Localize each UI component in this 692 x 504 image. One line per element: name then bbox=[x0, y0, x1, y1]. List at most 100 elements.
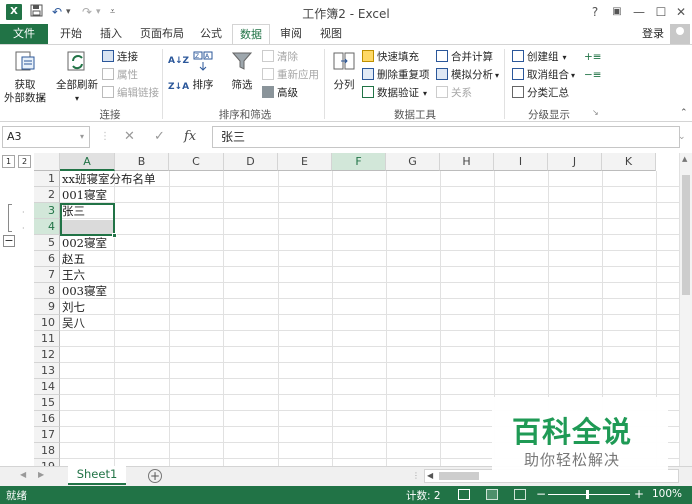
show-detail-icon[interactable]: +≡ bbox=[584, 49, 602, 65]
zoom-level[interactable]: 100% bbox=[652, 488, 682, 500]
tab-view[interactable]: 视图 bbox=[314, 24, 348, 44]
table-row[interactable] bbox=[60, 315, 692, 331]
zoom-out-button[interactable]: − bbox=[536, 487, 546, 501]
edit-links-button[interactable]: 编辑链接 bbox=[102, 85, 159, 101]
table-row[interactable] bbox=[60, 267, 692, 283]
row-header-10[interactable]: 10 bbox=[34, 315, 60, 331]
help-button[interactable]: ? bbox=[586, 3, 604, 21]
column-header-h[interactable]: H bbox=[440, 153, 494, 171]
subtotal-button[interactable]: 分类汇总 bbox=[512, 85, 569, 101]
cell-a9[interactable]: 刘七 bbox=[62, 299, 85, 315]
login-link[interactable]: 登录 bbox=[642, 24, 664, 44]
what-if-analysis-button[interactable]: 模拟分析 ▾ bbox=[436, 67, 499, 83]
row-header-11[interactable]: 11 bbox=[34, 331, 60, 347]
outline-level-2-button[interactable]: 2 bbox=[18, 155, 31, 168]
row-header-12[interactable]: 12 bbox=[34, 347, 60, 363]
row-header-15[interactable]: 15 bbox=[34, 395, 60, 411]
table-row[interactable] bbox=[60, 283, 692, 299]
page-break-view-icon[interactable] bbox=[514, 489, 526, 500]
relationships-button[interactable]: 关系 bbox=[436, 85, 472, 101]
sheet-tab-sheet1[interactable]: Sheet1 bbox=[68, 466, 126, 485]
row-header-14[interactable]: 14 bbox=[34, 379, 60, 395]
sheet-nav-next-icon[interactable]: ▶ bbox=[38, 470, 44, 479]
column-header-g[interactable]: G bbox=[386, 153, 440, 171]
vertical-scroll-thumb[interactable] bbox=[682, 175, 690, 295]
cell-a5[interactable]: 002寝室 bbox=[62, 235, 107, 251]
row-header-6[interactable]: 6 bbox=[34, 251, 60, 267]
vertical-scrollbar[interactable]: ▲ bbox=[679, 153, 692, 466]
table-row[interactable] bbox=[60, 219, 692, 235]
text-to-columns-button[interactable]: 分列 bbox=[330, 49, 358, 92]
column-header-k[interactable]: K bbox=[602, 153, 656, 171]
tab-formulas[interactable]: 公式 bbox=[194, 24, 228, 44]
page-layout-view-icon[interactable] bbox=[486, 489, 498, 500]
column-header-d[interactable]: D bbox=[224, 153, 278, 171]
fill-handle[interactable] bbox=[112, 233, 117, 238]
row-header-16[interactable]: 16 bbox=[34, 411, 60, 427]
sort-az-icon[interactable]: A↓Z bbox=[168, 53, 189, 69]
enter-icon[interactable]: ✓ bbox=[154, 129, 165, 144]
tab-data[interactable]: 数据 bbox=[232, 24, 270, 45]
flash-fill-button[interactable]: 快速填充 bbox=[362, 49, 419, 65]
tab-home[interactable]: 开始 bbox=[54, 24, 88, 44]
remove-duplicates-button[interactable]: 删除重复项 bbox=[362, 67, 430, 83]
column-header-a[interactable]: A bbox=[60, 153, 115, 171]
normal-view-icon[interactable] bbox=[458, 489, 470, 500]
table-row[interactable] bbox=[60, 299, 692, 315]
row-header-9[interactable]: 9 bbox=[34, 299, 60, 315]
row-header-3[interactable]: 3 bbox=[34, 203, 60, 219]
zoom-slider-track[interactable] bbox=[548, 494, 630, 495]
maximize-button[interactable]: ☐ bbox=[652, 3, 670, 21]
select-all-corner[interactable] bbox=[34, 153, 60, 171]
cell-a1[interactable]: xx班寝室分布名单 bbox=[62, 171, 155, 187]
properties-button[interactable]: 属性 bbox=[102, 67, 138, 83]
column-header-e[interactable]: E bbox=[278, 153, 332, 171]
ribbon-display-button[interactable]: ▣ bbox=[608, 3, 626, 21]
table-row[interactable] bbox=[60, 363, 692, 379]
sheet-nav-prev-icon[interactable]: ◀ bbox=[20, 470, 26, 479]
ungroup-button[interactable]: 取消组合 ▾ bbox=[512, 67, 575, 83]
cell-a2[interactable]: 001寝室 bbox=[62, 187, 107, 203]
outline-settings-icon[interactable]: ↘ bbox=[592, 105, 599, 121]
zoom-slider-thumb[interactable] bbox=[586, 490, 589, 499]
horizontal-scroll-thumb[interactable] bbox=[439, 472, 479, 480]
row-header-8[interactable]: 8 bbox=[34, 283, 60, 299]
table-row[interactable] bbox=[60, 235, 692, 251]
row-header-13[interactable]: 13 bbox=[34, 363, 60, 379]
row-header-1[interactable]: 1 bbox=[34, 171, 60, 187]
hide-detail-icon[interactable]: −≡ bbox=[584, 67, 602, 83]
cell-a6[interactable]: 赵五 bbox=[62, 251, 85, 267]
column-header-b[interactable]: B bbox=[115, 153, 169, 171]
clear-button[interactable]: 清除 bbox=[262, 49, 298, 65]
tab-file[interactable]: 文件 bbox=[0, 24, 48, 44]
zoom-in-button[interactable]: + bbox=[634, 487, 644, 501]
avatar[interactable] bbox=[670, 24, 690, 44]
collapse-ribbon-icon[interactable]: ⌃ bbox=[680, 105, 688, 121]
tab-review[interactable]: 审阅 bbox=[274, 24, 308, 44]
scroll-left-icon[interactable]: ◀ bbox=[427, 471, 433, 480]
minimize-button[interactable]: — bbox=[630, 3, 648, 21]
sort-za-icon[interactable]: Z↓A bbox=[168, 79, 189, 95]
row-header-2[interactable]: 2 bbox=[34, 187, 60, 203]
table-row[interactable] bbox=[60, 379, 692, 395]
column-header-i[interactable]: I bbox=[494, 153, 548, 171]
sort-button[interactable]: ZA 排序 bbox=[188, 49, 218, 92]
hscroll-split-icon[interactable]: ⋮ bbox=[412, 471, 420, 480]
table-row[interactable] bbox=[60, 187, 692, 203]
row-header-5[interactable]: 5 bbox=[34, 235, 60, 251]
column-header-j[interactable]: J bbox=[548, 153, 602, 171]
table-row[interactable] bbox=[60, 331, 692, 347]
insert-function-icon[interactable]: fx bbox=[184, 129, 196, 144]
row-header-17[interactable]: 17 bbox=[34, 427, 60, 443]
row-header-7[interactable]: 7 bbox=[34, 267, 60, 283]
consolidate-button[interactable]: 合并计算 bbox=[436, 49, 493, 65]
name-box-dropdown-icon[interactable]: ▾ bbox=[80, 132, 84, 141]
filter-button[interactable]: 筛选 bbox=[226, 49, 258, 92]
scroll-up-icon[interactable]: ▲ bbox=[682, 155, 687, 163]
tab-insert[interactable]: 插入 bbox=[94, 24, 128, 44]
outline-level-1-button[interactable]: 1 bbox=[2, 155, 15, 168]
new-sheet-button[interactable]: + bbox=[148, 469, 162, 483]
column-header-f[interactable]: F bbox=[332, 153, 386, 171]
cell-a7[interactable]: 王六 bbox=[62, 267, 85, 283]
reapply-button[interactable]: 重新应用 bbox=[262, 67, 319, 83]
